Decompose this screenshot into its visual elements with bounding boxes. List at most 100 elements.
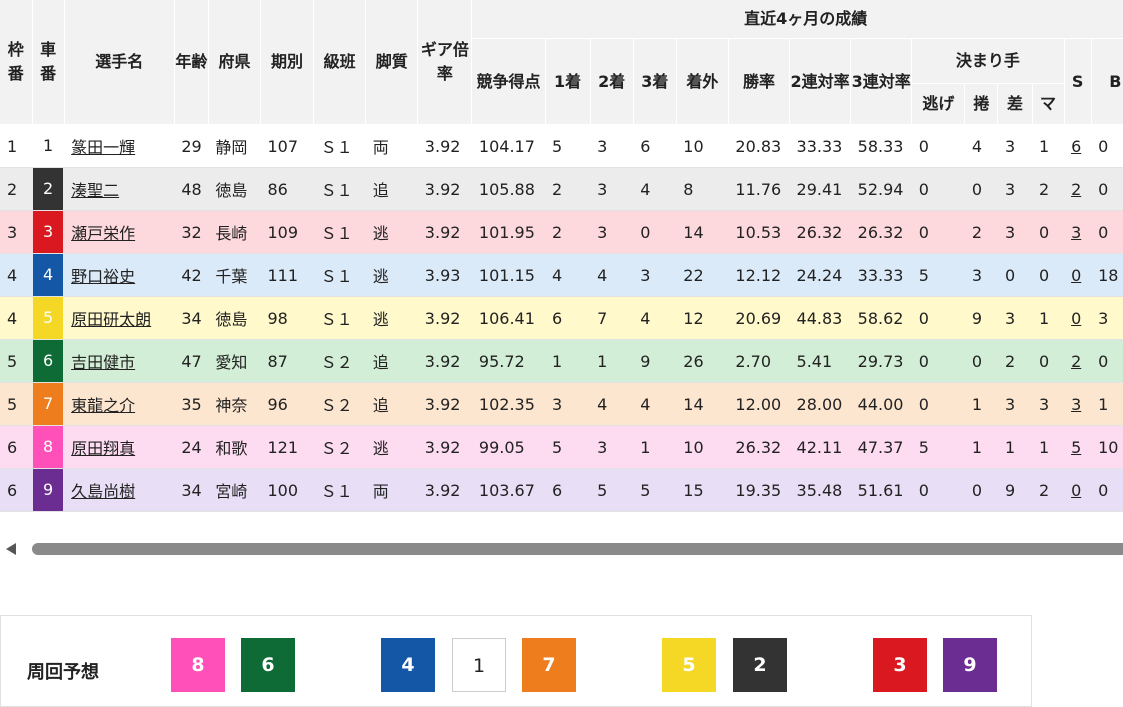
s-count-link[interactable]: 0 xyxy=(1071,481,1081,500)
s-count-cell: 0 xyxy=(1064,296,1092,340)
entry-table: 枠番 車番 選手名 年齢 府県 期別 級班 脚質 ギア倍率 直近4ヶ月の成績 競… xyxy=(0,0,1123,512)
score-cell: 104.17 xyxy=(471,124,546,168)
player-name-link[interactable]: 篆田一輝 xyxy=(71,138,135,157)
sashi-cell: 0 xyxy=(997,253,1032,297)
class-cell: Ｓ１ xyxy=(313,167,366,211)
player-name-link[interactable]: 原田研太朗 xyxy=(71,310,151,329)
third-count-cell: 5 xyxy=(633,468,677,512)
win-rate-cell: 20.83 xyxy=(728,124,790,168)
term-cell: 109 xyxy=(260,210,314,254)
header-b: B xyxy=(1091,38,1123,125)
rate3-cell: 58.33 xyxy=(850,124,912,168)
player-name-cell: 瀬戸栄作 xyxy=(64,210,175,254)
ma-cell: 0 xyxy=(1032,339,1065,383)
scroll-left-arrow-icon[interactable] xyxy=(6,543,16,555)
rate2-cell: 5.41 xyxy=(789,339,851,383)
rate2-cell: 26.32 xyxy=(789,210,851,254)
gear-ratio-cell: 3.92 xyxy=(417,296,472,340)
out-count-cell: 15 xyxy=(676,468,729,512)
header-age: 年齢 xyxy=(174,0,209,125)
rate3-cell: 29.73 xyxy=(850,339,912,383)
score-cell: 101.15 xyxy=(471,253,546,297)
table-row: 6 8 原田翔真 24 和歌 121 Ｓ２ 逃 3.92 99.05 5 3 1 10 26.32 42.11… xyxy=(0,425,1123,469)
header-waku: 枠番 xyxy=(0,0,33,125)
nige-cell: 0 xyxy=(911,339,965,383)
b-count-cell: 18 xyxy=(1091,253,1123,297)
s-count-link[interactable]: 0 xyxy=(1071,266,1081,285)
first-count-cell: 2 xyxy=(545,167,591,211)
waku-cell: 5 xyxy=(0,382,33,426)
waku-cell: 5 xyxy=(0,339,33,383)
header-third: 3着 xyxy=(633,38,677,125)
s-count-link[interactable]: 0 xyxy=(1071,309,1081,328)
player-name-link[interactable]: 原田翔真 xyxy=(71,439,135,458)
scrollbar-thumb[interactable] xyxy=(32,543,1123,555)
entry-table-container[interactable]: 枠番 車番 選手名 年齢 府県 期別 級班 脚質 ギア倍率 直近4ヶ月の成績 競… xyxy=(0,0,1123,512)
prefecture-cell: 神奈 xyxy=(208,382,261,426)
nige-cell: 5 xyxy=(911,253,965,297)
player-name-link[interactable]: 東龍之介 xyxy=(71,396,135,415)
s-count-link[interactable]: 6 xyxy=(1071,137,1081,156)
s-count-link[interactable]: 3 xyxy=(1071,223,1081,242)
b-count-cell: 0 xyxy=(1091,167,1123,211)
player-name-cell: 篆田一輝 xyxy=(64,124,175,168)
car-number-cell: 4 xyxy=(32,253,65,297)
age-cell: 34 xyxy=(174,296,209,340)
term-cell: 86 xyxy=(260,167,314,211)
s-count-link[interactable]: 3 xyxy=(1071,395,1081,414)
first-count-cell: 5 xyxy=(545,425,591,469)
first-count-cell: 4 xyxy=(545,253,591,297)
score-cell: 101.95 xyxy=(471,210,546,254)
player-name-link[interactable]: 吉田健市 xyxy=(71,353,135,372)
ma-cell: 1 xyxy=(1032,296,1065,340)
waku-cell: 1 xyxy=(0,124,33,168)
header-kimarite: 決まり手 xyxy=(911,38,1065,84)
second-count-cell: 3 xyxy=(590,124,634,168)
player-name-link[interactable]: 瀬戸栄作 xyxy=(71,224,135,243)
win-rate-cell: 26.32 xyxy=(728,425,790,469)
second-count-cell: 3 xyxy=(590,425,634,469)
prediction-car-box: 8 xyxy=(171,638,225,692)
first-count-cell: 1 xyxy=(545,339,591,383)
rate3-cell: 51.61 xyxy=(850,468,912,512)
third-count-cell: 9 xyxy=(633,339,677,383)
horizontal-scrollbar[interactable] xyxy=(0,538,1123,560)
header-rate3: 3連対率 xyxy=(850,38,913,125)
sashi-cell: 3 xyxy=(997,124,1032,168)
car-number-badge: 9 xyxy=(33,469,64,511)
header-recent: 直近4ヶ月の成績 xyxy=(471,0,1123,39)
style-cell: 追 xyxy=(365,167,418,211)
sashi-cell: 2 xyxy=(997,339,1032,383)
age-cell: 42 xyxy=(174,253,209,297)
car-number-badge: 3 xyxy=(33,211,64,253)
second-count-cell: 4 xyxy=(590,253,634,297)
player-name-link[interactable]: 湊聖二 xyxy=(71,181,119,200)
gear-ratio-cell: 3.92 xyxy=(417,425,472,469)
header-name: 選手名 xyxy=(64,0,175,125)
player-name-link[interactable]: 野口裕史 xyxy=(71,267,135,286)
s-count-cell: 0 xyxy=(1064,253,1092,297)
win-rate-cell: 12.00 xyxy=(728,382,790,426)
header-term: 期別 xyxy=(260,0,315,125)
s-count-link[interactable]: 2 xyxy=(1071,180,1081,199)
prefecture-cell: 長崎 xyxy=(208,210,261,254)
car-number-badge: 6 xyxy=(33,340,64,382)
header-second: 2着 xyxy=(590,38,634,125)
makuri-cell: 0 xyxy=(964,339,998,383)
car-number-cell: 6 xyxy=(32,339,65,383)
s-count-cell: 2 xyxy=(1064,167,1092,211)
rate2-cell: 24.24 xyxy=(789,253,851,297)
s-count-cell: 6 xyxy=(1064,124,1092,168)
s-count-cell: 3 xyxy=(1064,210,1092,254)
player-name-link[interactable]: 久島尚樹 xyxy=(71,482,135,501)
header-car: 車番 xyxy=(32,0,65,125)
player-name-cell: 久島尚樹 xyxy=(64,468,175,512)
s-count-link[interactable]: 5 xyxy=(1071,438,1081,457)
s-count-link[interactable]: 2 xyxy=(1071,352,1081,371)
table-row: 6 9 久島尚樹 34 宮崎 100 Ｓ１ 両 3.92 103.67 6 5 5 15 19.35 35.4… xyxy=(0,468,1123,512)
prefecture-cell: 和歌 xyxy=(208,425,261,469)
style-cell: 両 xyxy=(365,124,418,168)
nige-cell: 0 xyxy=(911,468,965,512)
win-rate-cell: 19.35 xyxy=(728,468,790,512)
ma-cell: 0 xyxy=(1032,210,1065,254)
